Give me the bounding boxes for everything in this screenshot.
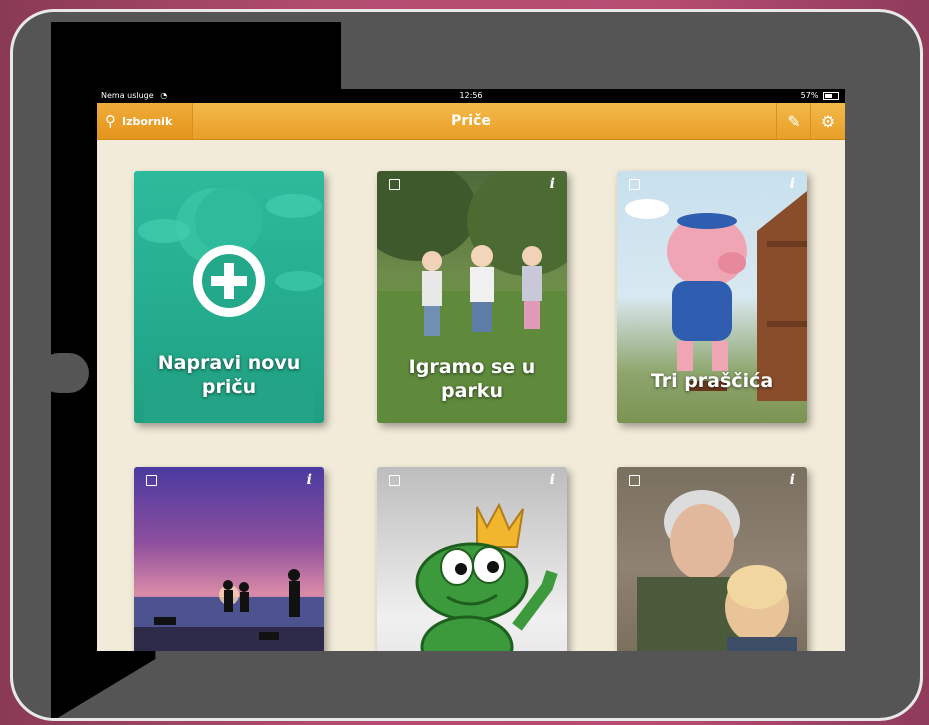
pigs-story-title: Tri praščića [650,370,774,392]
gear-icon: ⚙ [820,111,836,131]
card-edit-icon[interactable] [629,179,640,190]
info-icon[interactable]: i [550,176,555,192]
story-grid: Napravi novu priču i Igramo se u parku i… [97,139,845,651]
edit-icon: ✎ [787,111,801,131]
home-button[interactable] [39,353,89,393]
settings-button[interactable]: ⚙ [810,103,845,139]
navigation-bar: Priče ⚲ Izbornik ✎ ⚙ [97,103,845,140]
grandpa-photo [637,490,797,651]
park-story-title: Igramo se u parku [408,356,536,402]
card-edit-icon[interactable] [146,475,157,486]
card-edit-icon[interactable] [389,475,400,486]
card-edit-icon[interactable] [629,475,640,486]
menu-button[interactable]: ⚲ Izbornik [97,103,193,139]
battery-label: 57% [800,91,819,100]
info-icon[interactable]: i [307,472,312,488]
card-edit-icon[interactable] [389,179,400,190]
info-icon[interactable]: i [790,472,795,488]
story-card-frog[interactable]: i [377,467,567,651]
new-story-title: Napravi novu priču [157,352,301,398]
battery-status: 57% [801,89,839,103]
menu-label: Izbornik [122,114,173,128]
edit-button[interactable]: ✎ [776,103,811,139]
story-card-beach[interactable]: i [134,467,324,651]
page-title: Priče [451,113,491,129]
beach-photo [134,569,324,651]
status-bar: Nema usluge ◔ 12:56 57% [97,89,845,103]
frog-illustration [415,502,558,651]
info-icon[interactable]: i [790,176,795,192]
story-card-grandpa[interactable]: i [617,467,807,651]
app-screen: Nema usluge ◔ 12:56 57% Priče ⚲ Izbornik… [97,89,845,651]
clock: 12:56 [459,91,483,100]
new-story-card[interactable]: Napravi novu priču [134,171,324,423]
story-card-park[interactable]: i Igramo se u parku [377,171,567,423]
info-icon[interactable]: i [550,472,555,488]
menu-figure-icon: ⚲ [105,112,116,130]
battery-icon [823,91,839,100]
story-card-pigs[interactable]: i Tri praščića [617,171,807,423]
